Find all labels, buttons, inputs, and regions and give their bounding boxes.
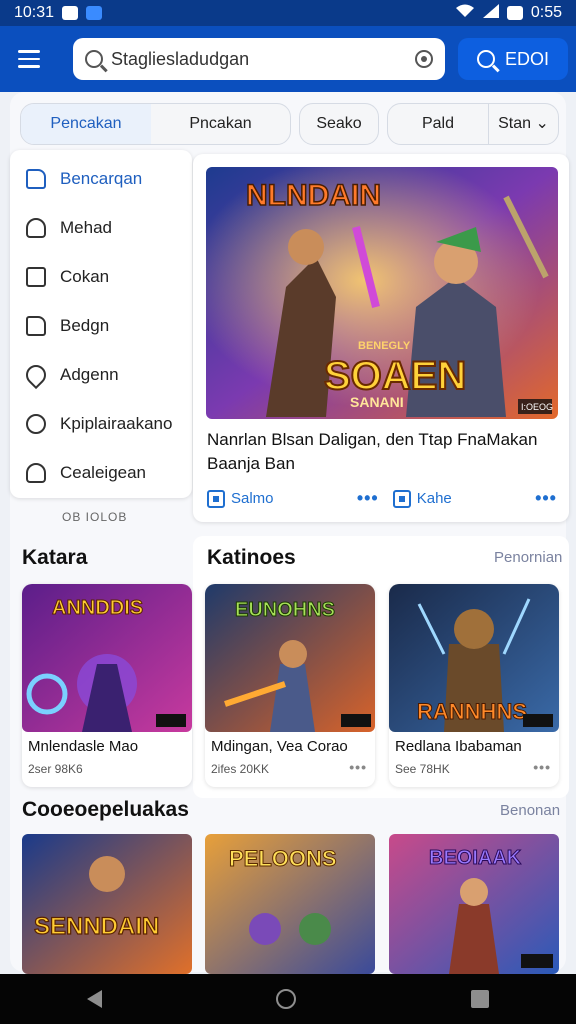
wifi-icon bbox=[455, 4, 475, 23]
featured-title[interactable]: Nanrlan Blsan Daligan, den Ttap FnaMakan… bbox=[207, 428, 557, 476]
grid-icon bbox=[506, 6, 523, 20]
target-icon bbox=[26, 413, 46, 434]
system-nav-bar bbox=[0, 974, 576, 1024]
more-icon[interactable]: ••• bbox=[349, 759, 367, 775]
search-icon bbox=[476, 50, 495, 68]
pager-indicator: OB IOLOB bbox=[62, 510, 128, 524]
filter-chip[interactable]: Seako bbox=[299, 103, 379, 145]
search-button-label: EDOI bbox=[504, 48, 549, 69]
sidebar-item-cokan[interactable]: Cokan bbox=[10, 252, 192, 301]
game-title: Mdingan, Vea Corao bbox=[211, 738, 348, 755]
app-bar: EDOI bbox=[0, 26, 576, 92]
back-icon[interactable] bbox=[87, 990, 103, 1008]
status-time: 10:31 bbox=[14, 4, 55, 21]
person-icon bbox=[26, 217, 46, 238]
status-bar: 10:31 0:55 bbox=[0, 0, 576, 26]
game-art-text: PELOONS bbox=[229, 846, 337, 871]
game-card[interactable]: ANNDDIS Mnlendasle Mao 2ser 98K6 bbox=[22, 584, 192, 787]
game-thumbnail[interactable]: SENNDAIN bbox=[22, 834, 192, 974]
game-thumbnail[interactable]: BEOIAAK bbox=[389, 834, 559, 974]
more-icon[interactable]: ••• bbox=[357, 488, 379, 509]
sidebar-item-adgenn[interactable]: Adgenn bbox=[10, 350, 192, 399]
people-icon bbox=[26, 462, 46, 483]
sidebar-item-label: Mehad bbox=[60, 217, 112, 237]
section-see-all[interactable]: Benonan bbox=[500, 802, 560, 819]
list-icon bbox=[26, 266, 46, 287]
game-title: Redlana Ibabaman bbox=[395, 738, 522, 755]
section-see-all[interactable]: Penornian bbox=[494, 549, 562, 566]
home-icon[interactable] bbox=[276, 989, 297, 1009]
sidebar-item-label: Cokan bbox=[60, 266, 110, 286]
segment-control: Pencakan Pncakan bbox=[20, 103, 291, 145]
game-card[interactable]: RANNHNS Redlana Ibabaman See 78HK ••• bbox=[389, 584, 559, 787]
game-thumbnail[interactable]: EUNOHNS bbox=[205, 584, 375, 732]
status-clock: 0:55 bbox=[530, 4, 562, 21]
featured-art-badge: I:OEOG bbox=[521, 402, 553, 412]
game-title: Mnlendasle Mao bbox=[28, 738, 139, 755]
app-notification-icon bbox=[86, 6, 103, 20]
featured-art-logo: SOAEN bbox=[324, 354, 466, 398]
game-art-text: BEOIAAK bbox=[429, 847, 522, 869]
game-thumbnail[interactable]: PELOONS bbox=[205, 834, 375, 974]
sidebar-item-label: Bedgn bbox=[60, 315, 110, 335]
menu-icon[interactable] bbox=[18, 41, 54, 77]
camera-icon[interactable] bbox=[415, 50, 433, 68]
sidebar-item-kpiplairaakano[interactable]: Kpiplairaakano bbox=[10, 399, 192, 448]
filter-bar: Pencakan Pncakan Seako Pald Stan ⌄ bbox=[20, 103, 559, 145]
featured-action-left[interactable]: Salmo bbox=[207, 489, 274, 508]
featured-action-right-label: Kahe bbox=[416, 490, 452, 507]
sidebar-item-bedgn[interactable]: Bedgn bbox=[10, 301, 192, 350]
game-thumbnail[interactable]: RANNHNS bbox=[389, 584, 559, 732]
sidebar-item-mehad[interactable]: Mehad bbox=[10, 203, 192, 252]
recents-icon[interactable] bbox=[470, 990, 489, 1008]
segment-other[interactable]: Pncakan bbox=[151, 115, 290, 133]
sort-left[interactable]: Pald bbox=[388, 115, 488, 133]
featured-image[interactable]: NLNDAIN BENEGLY SOAEN SANANI I:OEOG bbox=[206, 167, 558, 419]
game-card[interactable]: EUNOHNS Mdingan, Vea Corao 2ifes 20KK ••… bbox=[205, 584, 375, 787]
sidebar-item-label: Cealeigean bbox=[60, 462, 147, 482]
folder-icon bbox=[26, 315, 46, 336]
sidebar-item-cealeigean[interactable]: Cealeigean bbox=[10, 448, 192, 497]
segment-active[interactable]: Pencakan bbox=[21, 104, 151, 144]
featured-action-left-label: Salmo bbox=[231, 490, 274, 507]
heart-icon bbox=[21, 360, 51, 389]
mail-icon bbox=[62, 6, 79, 20]
sidebar-item-label: Kpiplairaakano bbox=[60, 413, 173, 433]
game-art-text: ANNDDIS bbox=[52, 597, 143, 619]
sidebar-item-bencarqan[interactable]: Bencarqan bbox=[10, 154, 192, 203]
sort-control: Pald Stan ⌄ bbox=[387, 103, 559, 145]
sort-dropdown-label: Stan bbox=[498, 115, 532, 132]
section-title: Katinoes bbox=[207, 546, 296, 569]
search-icon bbox=[85, 50, 103, 68]
sidebar-item-label: Adgenn bbox=[60, 364, 119, 384]
game-art-text: RANNHNS bbox=[417, 699, 527, 724]
signal-icon bbox=[482, 3, 499, 23]
featured-art-logo-top: BENEGLY bbox=[358, 340, 411, 352]
game-meta: 2ifes 20KK bbox=[211, 762, 270, 776]
search-button[interactable]: EDOI bbox=[458, 38, 568, 80]
sidebar-item-label: Bencarqan bbox=[60, 168, 143, 188]
more-icon[interactable]: ••• bbox=[535, 488, 557, 509]
search-bar[interactable] bbox=[73, 38, 445, 80]
featured-card[interactable]: NLNDAIN BENEGLY SOAEN SANANI I:OEOG Nanr… bbox=[193, 154, 569, 522]
section-title-left: Katara bbox=[22, 546, 88, 569]
bookmark-icon bbox=[26, 168, 46, 189]
sidebar: Bencarqan Mehad Cokan Bedgn Adgenn Kpipl… bbox=[10, 150, 192, 498]
game-meta: 2ser 98K6 bbox=[28, 762, 83, 776]
save-icon bbox=[207, 489, 225, 508]
more-icon[interactable]: ••• bbox=[533, 759, 551, 775]
search-input[interactable] bbox=[111, 48, 415, 70]
game-meta: See 78HK bbox=[395, 762, 450, 776]
game-art-text: SENNDAIN bbox=[34, 913, 159, 940]
featured-actions: Salmo ••• Kahe ••• bbox=[207, 488, 557, 509]
sort-dropdown[interactable]: Stan ⌄ bbox=[488, 104, 558, 144]
game-thumbnail[interactable]: ANNDDIS bbox=[22, 584, 192, 732]
section-title: Cooeoepeluakas bbox=[22, 798, 189, 821]
featured-action-right[interactable]: Kahe bbox=[392, 489, 452, 508]
featured-art-title: NLNDAIN bbox=[246, 179, 381, 212]
chevron-down-icon: ⌄ bbox=[535, 115, 549, 132]
game-art-text: EUNOHNS bbox=[235, 599, 335, 621]
featured-art-logo-sub: SANANI bbox=[350, 394, 404, 410]
share-icon bbox=[392, 489, 411, 508]
